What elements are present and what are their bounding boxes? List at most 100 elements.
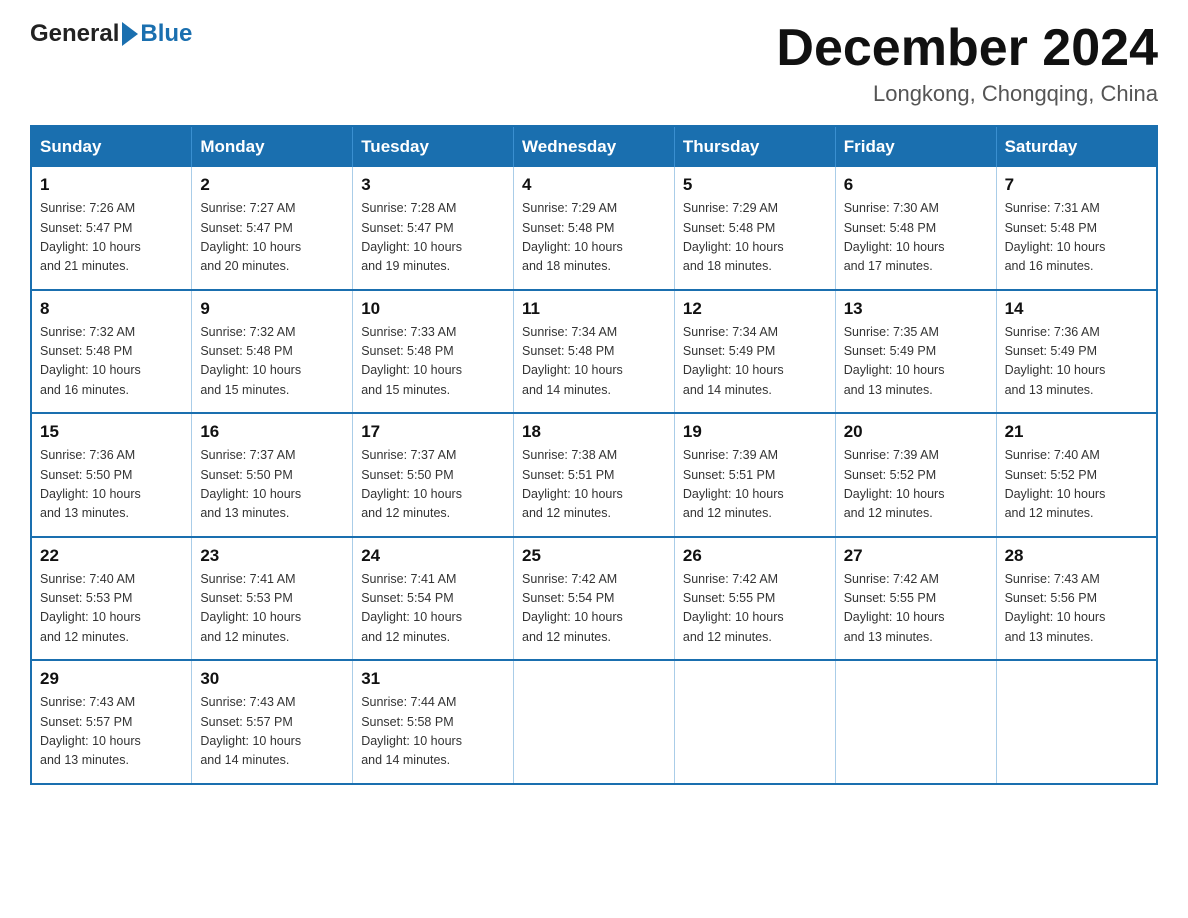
day-info: Sunrise: 7:38 AMSunset: 5:51 PMDaylight:… <box>522 446 666 524</box>
day-info: Sunrise: 7:44 AMSunset: 5:58 PMDaylight:… <box>361 693 505 771</box>
calendar-day-cell: 20 Sunrise: 7:39 AMSunset: 5:52 PMDayligh… <box>835 413 996 537</box>
logo-blue-text: Blue <box>140 20 192 48</box>
calendar-day-cell: 29Sunrise: 7:43 AMSunset: 5:57 PMDayligh… <box>31 660 192 784</box>
day-number: 19 <box>683 422 827 442</box>
day-info: Sunrise: 7:41 AMSunset: 5:54 PMDaylight:… <box>361 570 505 648</box>
calendar-day-cell: 13Sunrise: 7:35 AMSunset: 5:49 PMDayligh… <box>835 290 996 414</box>
day-number: 15 <box>40 422 183 442</box>
calendar-day-cell <box>835 660 996 784</box>
calendar-header: SundayMondayTuesdayWednesdayThursdayFrid… <box>31 126 1157 167</box>
day-info: Sunrise: 7:36 AMSunset: 5:49 PMDaylight:… <box>1005 323 1148 401</box>
calendar-day-cell: 6 Sunrise: 7:30 AMSunset: 5:48 PMDaylight… <box>835 167 996 290</box>
day-number: 12 <box>683 299 827 319</box>
day-info: Sunrise: 7:42 AMSunset: 5:55 PMDaylight:… <box>683 570 827 648</box>
calendar-header-cell-thursday: Thursday <box>674 126 835 167</box>
calendar-day-cell: 22Sunrise: 7:40 AMSunset: 5:53 PMDayligh… <box>31 537 192 661</box>
day-info: Sunrise: 7:37 AMSunset: 5:50 PMDaylight:… <box>361 446 505 524</box>
day-number: 9 <box>200 299 344 319</box>
calendar-day-cell: 5 Sunrise: 7:29 AMSunset: 5:48 PMDaylight… <box>674 167 835 290</box>
calendar-day-cell: 24 Sunrise: 7:41 AMSunset: 5:54 PMDayligh… <box>353 537 514 661</box>
day-info: Sunrise: 7:41 AMSunset: 5:53 PMDaylight:… <box>200 570 344 648</box>
day-number: 20 <box>844 422 988 442</box>
calendar-day-cell: 15 Sunrise: 7:36 AMSunset: 5:50 PMDayligh… <box>31 413 192 537</box>
calendar-day-cell: 8 Sunrise: 7:32 AMSunset: 5:48 PMDaylight… <box>31 290 192 414</box>
calendar-header-cell-friday: Friday <box>835 126 996 167</box>
day-number: 6 <box>844 175 988 195</box>
day-info: Sunrise: 7:27 AMSunset: 5:47 PMDaylight:… <box>200 199 344 277</box>
calendar-week-row: 22Sunrise: 7:40 AMSunset: 5:53 PMDayligh… <box>31 537 1157 661</box>
day-number: 18 <box>522 422 666 442</box>
day-info: Sunrise: 7:42 AMSunset: 5:54 PMDaylight:… <box>522 570 666 648</box>
calendar-day-cell: 7 Sunrise: 7:31 AMSunset: 5:48 PMDaylight… <box>996 167 1157 290</box>
logo-general-text: General <box>30 20 119 48</box>
day-number: 13 <box>844 299 988 319</box>
calendar-table: SundayMondayTuesdayWednesdayThursdayFrid… <box>30 125 1158 785</box>
day-info: Sunrise: 7:29 AMSunset: 5:48 PMDaylight:… <box>683 199 827 277</box>
calendar-day-cell <box>674 660 835 784</box>
day-info: Sunrise: 7:32 AMSunset: 5:48 PMDaylight:… <box>40 323 183 401</box>
day-number: 3 <box>361 175 505 195</box>
day-number: 28 <box>1005 546 1148 566</box>
calendar-header-cell-tuesday: Tuesday <box>353 126 514 167</box>
day-number: 8 <box>40 299 183 319</box>
calendar-day-cell: 9 Sunrise: 7:32 AMSunset: 5:48 PMDaylight… <box>192 290 353 414</box>
day-info: Sunrise: 7:40 AMSunset: 5:52 PMDaylight:… <box>1005 446 1148 524</box>
day-info: Sunrise: 7:34 AMSunset: 5:48 PMDaylight:… <box>522 323 666 401</box>
calendar-day-cell: 2 Sunrise: 7:27 AMSunset: 5:47 PMDaylight… <box>192 167 353 290</box>
calendar-day-cell: 16 Sunrise: 7:37 AMSunset: 5:50 PMDayligh… <box>192 413 353 537</box>
day-number: 10 <box>361 299 505 319</box>
calendar-header-cell-sunday: Sunday <box>31 126 192 167</box>
calendar-day-cell: 11 Sunrise: 7:34 AMSunset: 5:48 PMDayligh… <box>514 290 675 414</box>
day-info: Sunrise: 7:43 AMSunset: 5:57 PMDaylight:… <box>200 693 344 771</box>
calendar-day-cell: 27 Sunrise: 7:42 AMSunset: 5:55 PMDayligh… <box>835 537 996 661</box>
day-number: 1 <box>40 175 183 195</box>
day-info: Sunrise: 7:34 AMSunset: 5:49 PMDaylight:… <box>683 323 827 401</box>
calendar-day-cell: 21 Sunrise: 7:40 AMSunset: 5:52 PMDayligh… <box>996 413 1157 537</box>
day-info: Sunrise: 7:39 AMSunset: 5:52 PMDaylight:… <box>844 446 988 524</box>
calendar-day-cell: 23 Sunrise: 7:41 AMSunset: 5:53 PMDayligh… <box>192 537 353 661</box>
day-info: Sunrise: 7:32 AMSunset: 5:48 PMDaylight:… <box>200 323 344 401</box>
day-number: 16 <box>200 422 344 442</box>
day-number: 11 <box>522 299 666 319</box>
day-info: Sunrise: 7:26 AMSunset: 5:47 PMDaylight:… <box>40 199 183 277</box>
calendar-day-cell: 28 Sunrise: 7:43 AMSunset: 5:56 PMDayligh… <box>996 537 1157 661</box>
day-info: Sunrise: 7:30 AMSunset: 5:48 PMDaylight:… <box>844 199 988 277</box>
day-number: 26 <box>683 546 827 566</box>
day-info: Sunrise: 7:43 AMSunset: 5:57 PMDaylight:… <box>40 693 183 771</box>
day-info: Sunrise: 7:29 AMSunset: 5:48 PMDaylight:… <box>522 199 666 277</box>
calendar-day-cell: 3 Sunrise: 7:28 AMSunset: 5:47 PMDaylight… <box>353 167 514 290</box>
day-number: 7 <box>1005 175 1148 195</box>
logo-arrow-icon <box>122 22 138 46</box>
day-info: Sunrise: 7:28 AMSunset: 5:47 PMDaylight:… <box>361 199 505 277</box>
calendar-header-cell-monday: Monday <box>192 126 353 167</box>
calendar-header-row: SundayMondayTuesdayWednesdayThursdayFrid… <box>31 126 1157 167</box>
title-block: December 2024 Longkong, Chongqing, China <box>776 20 1158 107</box>
day-info: Sunrise: 7:43 AMSunset: 5:56 PMDaylight:… <box>1005 570 1148 648</box>
calendar-day-cell: 12 Sunrise: 7:34 AMSunset: 5:49 PMDayligh… <box>674 290 835 414</box>
day-number: 5 <box>683 175 827 195</box>
day-info: Sunrise: 7:37 AMSunset: 5:50 PMDaylight:… <box>200 446 344 524</box>
calendar-day-cell: 18 Sunrise: 7:38 AMSunset: 5:51 PMDayligh… <box>514 413 675 537</box>
calendar-day-cell: 26 Sunrise: 7:42 AMSunset: 5:55 PMDayligh… <box>674 537 835 661</box>
day-info: Sunrise: 7:40 AMSunset: 5:53 PMDaylight:… <box>40 570 183 648</box>
calendar-week-row: 29Sunrise: 7:43 AMSunset: 5:57 PMDayligh… <box>31 660 1157 784</box>
day-number: 27 <box>844 546 988 566</box>
calendar-week-row: 8 Sunrise: 7:32 AMSunset: 5:48 PMDaylight… <box>31 290 1157 414</box>
calendar-week-row: 1 Sunrise: 7:26 AMSunset: 5:47 PMDaylight… <box>31 167 1157 290</box>
day-number: 25 <box>522 546 666 566</box>
day-number: 21 <box>1005 422 1148 442</box>
day-number: 23 <box>200 546 344 566</box>
day-number: 24 <box>361 546 505 566</box>
day-info: Sunrise: 7:31 AMSunset: 5:48 PMDaylight:… <box>1005 199 1148 277</box>
calendar-day-cell <box>996 660 1157 784</box>
calendar-day-cell: 31Sunrise: 7:44 AMSunset: 5:58 PMDayligh… <box>353 660 514 784</box>
day-info: Sunrise: 7:36 AMSunset: 5:50 PMDaylight:… <box>40 446 183 524</box>
calendar-day-cell: 25 Sunrise: 7:42 AMSunset: 5:54 PMDayligh… <box>514 537 675 661</box>
day-info: Sunrise: 7:33 AMSunset: 5:48 PMDaylight:… <box>361 323 505 401</box>
day-info: Sunrise: 7:42 AMSunset: 5:55 PMDaylight:… <box>844 570 988 648</box>
day-number: 30 <box>200 669 344 689</box>
calendar-day-cell: 14Sunrise: 7:36 AMSunset: 5:49 PMDayligh… <box>996 290 1157 414</box>
day-number: 4 <box>522 175 666 195</box>
calendar-week-row: 15 Sunrise: 7:36 AMSunset: 5:50 PMDayligh… <box>31 413 1157 537</box>
day-number: 2 <box>200 175 344 195</box>
